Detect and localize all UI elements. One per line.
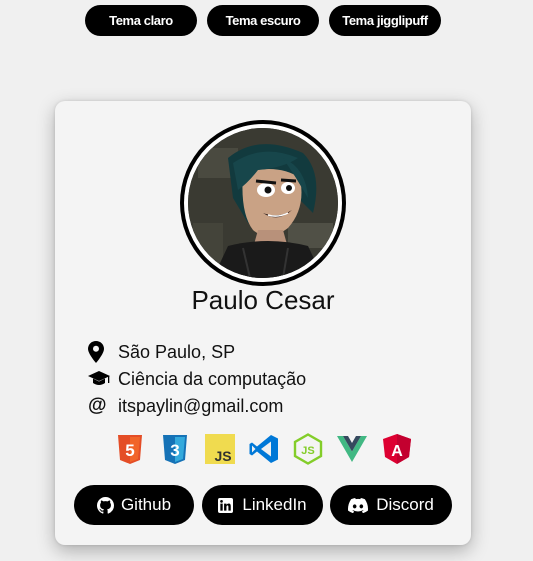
discord-button[interactable]: Discord: [330, 485, 452, 525]
location-row: São Paulo, SP: [88, 340, 235, 364]
linkedin-button[interactable]: LinkedIn: [202, 485, 323, 525]
theme-dark-button[interactable]: Tema escuro: [207, 5, 319, 36]
theme-light-button[interactable]: Tema claro: [85, 5, 197, 36]
linkedin-icon: [218, 496, 236, 514]
email-text[interactable]: itspaylin@gmail.com: [118, 396, 283, 417]
avatar: [180, 120, 346, 286]
vuejs-icon: [336, 433, 368, 465]
discord-label: Discord: [376, 495, 434, 514]
svg-text:5: 5: [125, 441, 134, 460]
github-label: Github: [120, 495, 172, 514]
angular-icon: A: [381, 433, 413, 465]
graduation-cap-icon: [88, 368, 110, 390]
avatar-image: [188, 128, 338, 278]
theme-jigglypuff-button[interactable]: Tema jigglipuff: [329, 5, 441, 36]
svg-text:JS: JS: [214, 448, 231, 464]
svg-text:JS: JS: [301, 445, 314, 457]
discord-icon: [348, 496, 370, 514]
location-text: São Paulo, SP: [118, 341, 236, 362]
linkedin-label: LinkedIn: [242, 495, 307, 514]
at-sign-icon: @: [88, 395, 107, 416]
profile-name: Paulo Cesar: [191, 285, 335, 315]
vscode-icon: [248, 433, 280, 465]
education-row: Ciência da computação: [88, 367, 306, 391]
svg-text:3: 3: [170, 441, 179, 460]
github-icon: [96, 496, 115, 514]
html5-icon: 5: [114, 433, 146, 465]
github-button[interactable]: Github: [74, 485, 194, 525]
theme-switcher: Tema claro Tema escuro Tema jigglipuff: [0, 5, 533, 36]
nodejs-icon: JS: [292, 433, 324, 465]
email-row: @ itspaylin@gmail.com: [88, 394, 283, 418]
map-pin-icon: [88, 341, 110, 363]
css3-icon: 3: [159, 433, 191, 465]
education-text: Ciência da computação: [118, 368, 307, 389]
svg-text:A: A: [391, 443, 403, 460]
javascript-icon: JS: [204, 433, 236, 465]
